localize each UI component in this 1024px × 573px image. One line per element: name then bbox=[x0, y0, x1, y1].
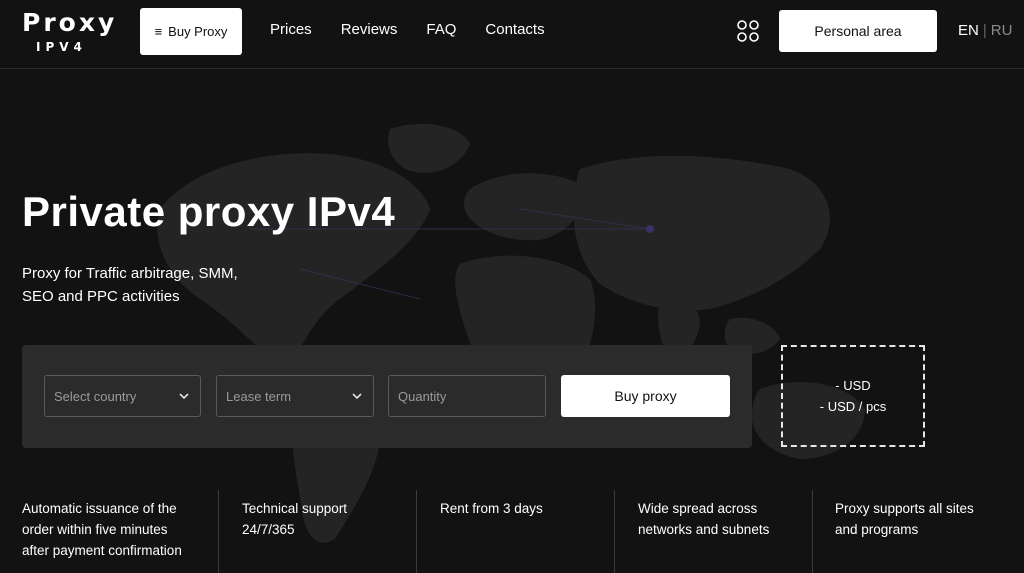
feature-text: order within five minutes bbox=[22, 522, 168, 537]
feature-item: Technical support 24/7/365 bbox=[242, 490, 412, 573]
feature-text: Technical support bbox=[242, 501, 348, 516]
feature-item: Automatic issuance of the order within f… bbox=[22, 490, 212, 573]
feature-divider bbox=[218, 490, 219, 573]
feature-divider bbox=[416, 490, 417, 573]
quantity-input[interactable] bbox=[398, 388, 536, 404]
lease-term-select[interactable]: Lease term bbox=[216, 375, 374, 417]
price-per-piece: - USD / pcs bbox=[819, 399, 887, 414]
lease-term-placeholder: Lease term bbox=[226, 388, 292, 404]
lang-ru[interactable]: RU bbox=[991, 22, 1013, 39]
buy-proxy-menu-button[interactable]: ≡ Buy Proxy bbox=[140, 8, 242, 55]
nav-faq[interactable]: FAQ bbox=[426, 21, 456, 38]
logo[interactable]: Proxy IPV4 bbox=[22, 8, 114, 56]
feature-text: networks and subnets bbox=[638, 522, 770, 537]
main-nav: Prices Reviews FAQ Contacts bbox=[270, 21, 545, 38]
country-select[interactable]: Select country bbox=[44, 375, 201, 417]
logo-wordmark: Proxy bbox=[22, 8, 118, 37]
personal-area-button[interactable]: Personal area bbox=[779, 10, 937, 52]
lang-en[interactable]: EN bbox=[958, 22, 979, 39]
country-select-placeholder: Select country bbox=[54, 388, 137, 404]
feature-text: Rent from 3 days bbox=[440, 501, 543, 516]
feature-divider bbox=[614, 490, 615, 573]
feature-text: 24/7/365 bbox=[242, 522, 295, 537]
buy-proxy-menu-label: Buy Proxy bbox=[168, 24, 228, 39]
price-total: - USD bbox=[835, 378, 871, 393]
logo-subtitle: IPV4 bbox=[36, 40, 87, 54]
page: Proxy IPV4 ≡ Buy Proxy Prices Reviews FA… bbox=[0, 0, 1024, 573]
features-list: Automatic issuance of the order within f… bbox=[0, 490, 1024, 573]
language-switcher: EN | RU bbox=[958, 22, 1012, 39]
buy-proxy-button[interactable]: Buy proxy bbox=[561, 375, 730, 417]
lang-separator: | bbox=[982, 22, 987, 39]
quantity-field[interactable] bbox=[388, 375, 546, 417]
feature-item: Wide spread across networks and subnets bbox=[638, 490, 808, 573]
price-summary: - USD - USD / pcs bbox=[781, 345, 925, 447]
nav-reviews[interactable]: Reviews bbox=[341, 21, 398, 38]
nav-prices[interactable]: Prices bbox=[270, 21, 312, 38]
hero-subtitle: Proxy for Traffic arbitrage, SMM, SEO an… bbox=[22, 262, 238, 308]
chevron-down-icon bbox=[179, 393, 189, 400]
feature-text: after payment confirmation bbox=[22, 543, 182, 558]
apps-grid-icon[interactable] bbox=[737, 20, 759, 42]
chevron-down-icon bbox=[352, 393, 362, 400]
feature-text: Wide spread across bbox=[638, 501, 758, 516]
hero-subtitle-line-1: Proxy for Traffic arbitrage, SMM, bbox=[22, 265, 238, 282]
feature-text: Proxy supports all sites bbox=[835, 501, 974, 516]
feature-item: Proxy supports all sites and programs bbox=[835, 490, 1015, 573]
site-header: Proxy IPV4 ≡ Buy Proxy Prices Reviews FA… bbox=[0, 0, 1024, 69]
order-form: Select country Lease term Buy proxy bbox=[22, 345, 752, 448]
hero-subtitle-line-2: SEO and PPC activities bbox=[22, 288, 180, 305]
menu-icon: ≡ bbox=[154, 24, 163, 39]
feature-text: Automatic issuance of the bbox=[22, 501, 177, 516]
nav-contacts[interactable]: Contacts bbox=[485, 21, 544, 38]
page-title: Private proxy IPv4 bbox=[22, 188, 396, 235]
feature-item: Rent from 3 days bbox=[440, 490, 610, 573]
feature-text: and programs bbox=[835, 522, 919, 537]
feature-divider bbox=[812, 490, 813, 573]
